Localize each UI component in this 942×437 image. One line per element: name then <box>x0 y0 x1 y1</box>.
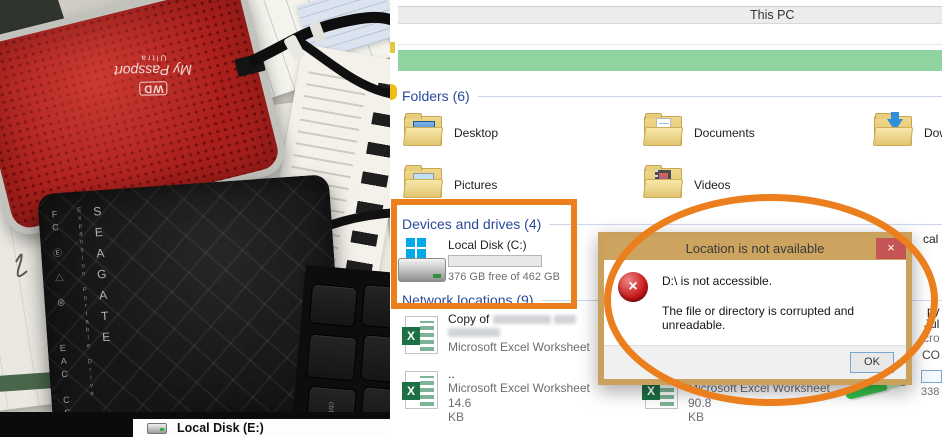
keyboard-key <box>306 333 358 381</box>
group-header-rule <box>478 96 942 97</box>
desktop-folder-icon <box>404 116 442 146</box>
divider-line <box>398 44 942 45</box>
folder-label: Downloads <box>924 126 942 140</box>
window-title: This PC <box>750 8 794 22</box>
file-type: Microsoft Excel Worksheet <box>448 340 590 354</box>
occluded-text-fragment: CO <box>922 348 940 362</box>
redacted-text <box>554 315 576 324</box>
file-size: 90.8 KB <box>688 396 711 424</box>
pictures-folder-icon <box>404 168 442 198</box>
documents-folder-icon <box>644 116 682 146</box>
folder-label: Pictures <box>454 178 497 192</box>
seagate-brand: SEAGATE <box>90 204 114 352</box>
excel-file-icon: X <box>405 371 438 409</box>
keyboard-key <box>361 284 390 330</box>
annotation-rectangle <box>391 199 577 309</box>
folder-label: Desktop <box>454 126 498 140</box>
occluded-text-fragment: cal <box>923 232 938 246</box>
redacted-text <box>448 328 500 337</box>
occluded-sidebar-icon-fragment <box>390 84 397 100</box>
explorer-title-bar: This PC <box>398 6 942 24</box>
file-type: Microsoft Excel Worksheet <box>448 381 590 395</box>
folders-header-label: Folders (6) <box>402 88 470 104</box>
screenshot-root: WD My Passport Ultra FC Ⓔ △ ⊗ EAC CE Exp… <box>0 0 942 437</box>
folder-item-documents[interactable]: Documents <box>644 114 874 154</box>
videos-folder-icon <box>644 168 682 198</box>
selection-highlight-bar <box>398 50 942 71</box>
file-size: 14.6 KB <box>448 396 471 424</box>
drive-size-fragment: 338 G <box>921 386 942 398</box>
downloads-folder-icon <box>874 116 912 146</box>
seagate-cert-marks: FC Ⓔ △ ⊗ <box>48 209 68 311</box>
file-name: Copy of <box>448 312 489 326</box>
group-header-folders[interactable]: Folders (6) <box>402 88 942 104</box>
annotation-ellipse <box>604 194 938 406</box>
folder-label: Documents <box>694 126 755 140</box>
keyboard-key <box>309 284 358 328</box>
sidebar-strip-local-disk-e[interactable]: Local Disk (E:) <box>133 419 390 437</box>
local-disk-e-label: Local Disk (E:) <box>177 421 264 435</box>
redacted-text <box>493 315 551 324</box>
capacity-bar-fragment <box>921 370 942 383</box>
photo-hard-drives: WD My Passport Ultra FC Ⓔ △ ⊗ EAC CE Exp… <box>0 0 390 437</box>
occluded-sidebar-icon-fragment <box>390 42 395 53</box>
file-name: .. <box>448 367 455 381</box>
drive-icon <box>147 423 167 434</box>
seagate-cert-marks-2: EAC CE <box>57 343 72 422</box>
excel-file-icon: X <box>405 316 438 354</box>
folder-item-desktop[interactable]: Desktop <box>404 114 634 154</box>
folder-item-downloads[interactable]: Downloads <box>874 114 942 154</box>
keyboard-key <box>360 334 390 384</box>
folder-label: Videos <box>694 178 730 192</box>
